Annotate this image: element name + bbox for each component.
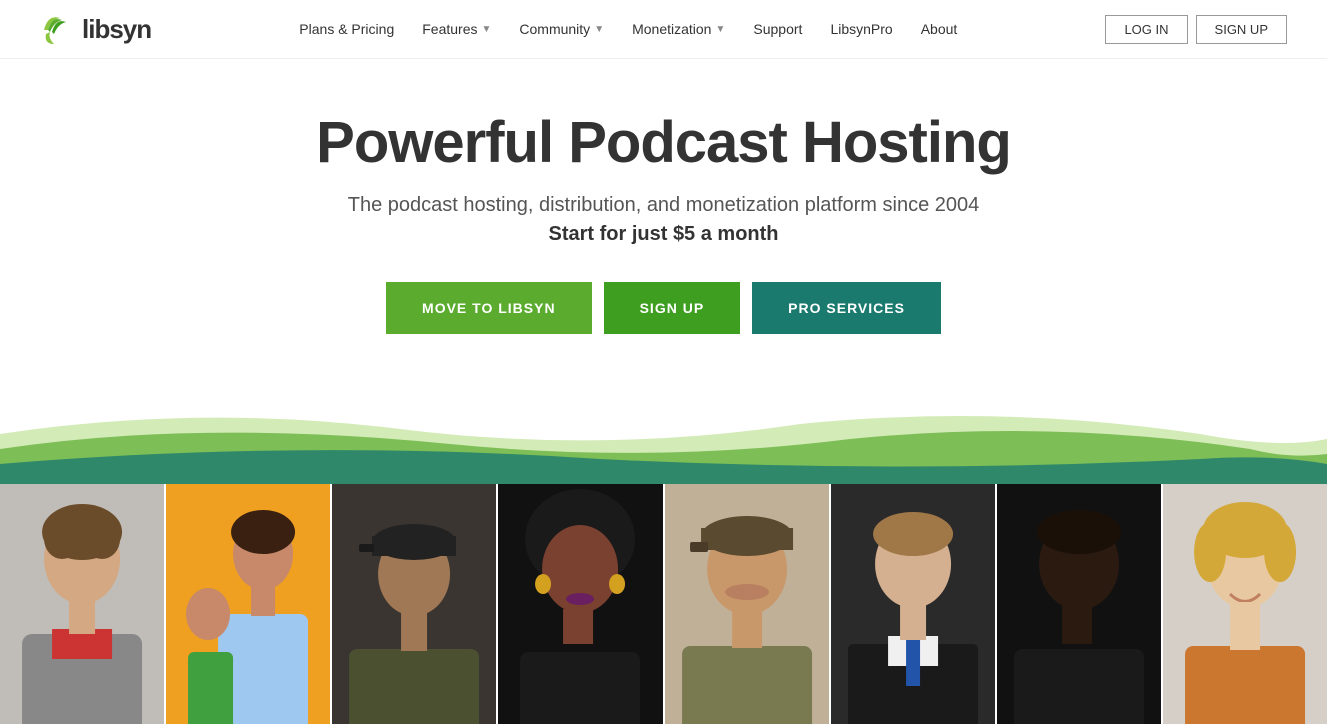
- main-nav: Plans & Pricing Features ▼ Community ▼ M…: [299, 21, 957, 37]
- people-section: [0, 484, 1327, 724]
- person-col-3: [332, 484, 498, 724]
- nav-plans-pricing[interactable]: Plans & Pricing: [299, 21, 394, 37]
- person-col-1: [0, 484, 166, 724]
- nav-monetization[interactable]: Monetization ▼: [632, 21, 725, 37]
- logo-text: libsyn: [82, 14, 151, 45]
- hero-cta-text: Start for just $5 a month: [20, 223, 1307, 246]
- signup-hero-button[interactable]: SIGN UP: [604, 282, 741, 334]
- person-2-figure: [166, 484, 330, 724]
- monetization-dropdown-arrow: ▼: [715, 24, 725, 35]
- hero-buttons: MOVE TO LIBSYN SIGN UP PRO SERVICES: [20, 282, 1307, 334]
- wave-separator: [0, 404, 1327, 484]
- person-col-7: [997, 484, 1163, 724]
- wave-svg: [0, 404, 1327, 484]
- login-button[interactable]: LOG IN: [1105, 15, 1187, 44]
- libsyn-logo-icon: [40, 10, 78, 48]
- person-col-8: [1163, 484, 1327, 724]
- person-1-figure: [0, 484, 164, 724]
- auth-buttons: LOG IN SIGN UP: [1105, 15, 1287, 44]
- person-col-6: [831, 484, 997, 724]
- features-dropdown-arrow: ▼: [481, 24, 491, 35]
- person-5-figure: [665, 484, 829, 724]
- person-col-2: [166, 484, 332, 724]
- person-col-5: [665, 484, 831, 724]
- hero-section: Powerful Podcast Hosting The podcast hos…: [0, 59, 1327, 404]
- nav-support[interactable]: Support: [753, 21, 802, 37]
- logo[interactable]: libsyn: [40, 10, 151, 48]
- hero-subtitle: The podcast hosting, distribution, and m…: [20, 194, 1307, 217]
- person-6-figure: [831, 484, 995, 724]
- person-4-figure: [498, 484, 662, 724]
- person-8-figure: [1163, 484, 1327, 724]
- hero-title: Powerful Podcast Hosting: [20, 109, 1307, 176]
- nav-features[interactable]: Features ▼: [422, 21, 491, 37]
- signup-header-button[interactable]: SIGN UP: [1196, 15, 1287, 44]
- move-to-libsyn-button[interactable]: MOVE TO LIBSYN: [386, 282, 592, 334]
- nav-about[interactable]: About: [921, 21, 958, 37]
- pro-services-button[interactable]: PRO SERVICES: [752, 282, 941, 334]
- person-3-figure: [332, 484, 496, 724]
- nav-community[interactable]: Community ▼: [519, 21, 604, 37]
- nav-libsynpro[interactable]: LibsynPro: [830, 21, 892, 37]
- person-7-figure: [997, 484, 1161, 724]
- header: libsyn Plans & Pricing Features ▼ Commun…: [0, 0, 1327, 59]
- community-dropdown-arrow: ▼: [594, 24, 604, 35]
- person-col-4: [498, 484, 664, 724]
